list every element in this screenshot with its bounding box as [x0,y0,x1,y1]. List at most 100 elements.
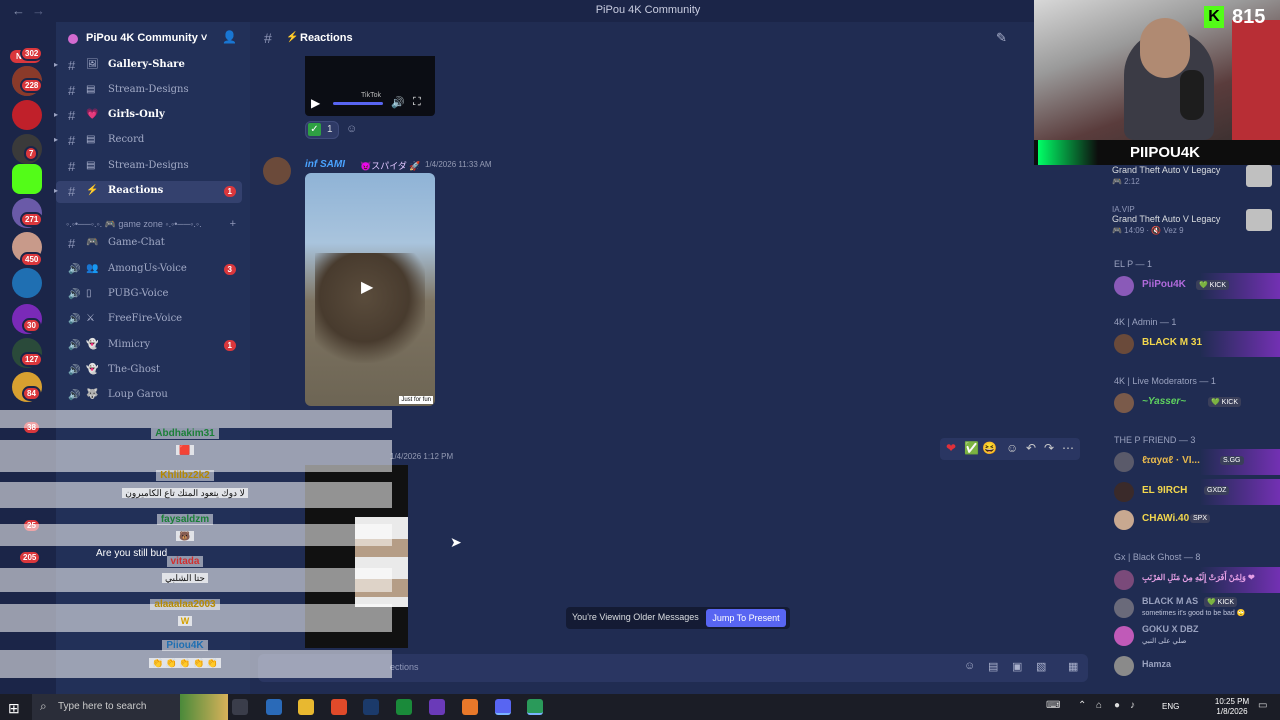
channel-stream-designs-2[interactable]: # ▤ Stream-Designs [56,156,242,178]
member-list: Grand Theft Auto V Legacy 🎮 2:12 IA.VIP … [1104,165,1280,694]
server-icon[interactable] [12,268,42,298]
channel-emoji: ▤ [86,160,96,171]
member-tag: GXDZ [1204,486,1230,495]
channel-game-chat[interactable]: # 🎮 Game-Chat [56,233,242,255]
reply-icon[interactable]: ↶ [1026,441,1036,455]
viewer-count: 815 [1232,6,1266,28]
guild-name: PiPou 4K Community ˅ [86,32,208,44]
reaction-check[interactable]: ✓ 1 [305,121,339,139]
channel-loup-garou[interactable]: 🔊 🐺 Loup Garou [56,385,242,407]
channel-stream-designs[interactable]: # ▤ Stream-Designs [56,80,242,102]
member-tag: 💚 KICK [1208,397,1241,407]
app-icon[interactable] [462,699,478,715]
play-icon[interactable]: ▶ [311,96,320,110]
member-status: sometimes it's good to be bad 🙄 [1142,610,1246,617]
more-icon[interactable]: ⋯ [1062,441,1074,455]
channel-pubg-voice[interactable]: 🔊 ▯ PUBG-Voice [56,284,242,306]
reaction-count: 1 [327,124,333,135]
avatar[interactable] [263,157,291,185]
add-reaction-icon[interactable]: ☺ [1006,441,1018,455]
member-row[interactable]: ~Yasser~ 💚 KICK [1104,390,1280,416]
voice-channel-icon: 🔊 [68,365,81,376]
heart-react-icon[interactable]: ❤ [946,441,956,455]
discord-icon[interactable] [495,699,511,715]
volume-icon[interactable]: 🔊 [391,96,405,109]
add-channel-icon[interactable]: + [230,218,236,230]
member-row[interactable]: ℓ𝔯αуαℓ · VI... S.GG [1104,449,1280,475]
channel-freefire-voice[interactable]: 🔊 ⚔ FreeFire-Voice [56,309,242,331]
file-explorer-icon[interactable] [298,699,314,715]
member-row[interactable]: وَلِمُنْ أَفَرَتْ إِلَيْهِ مِنْ مَثَلِ ا… [1104,567,1280,593]
member-row[interactable]: GOKU X DBZ صلي على النبي [1104,623,1280,649]
text-channel-icon: # [264,30,272,46]
video-embed[interactable]: TikTok ▶ 🔊 ⛶ [305,56,435,116]
video-source-label: TikTok [361,92,381,99]
app-icon[interactable] [429,699,445,715]
guild-header[interactable]: PiPou 4K Community ˅ 👤 [56,22,250,56]
add-reaction-icon[interactable]: ☺ [346,123,357,135]
channel-the-ghost[interactable]: 🔊 👻 The-Ghost [56,360,242,382]
channel-girls-only[interactable]: ▸ # 💗 Girls-Only [54,105,242,127]
brave-browser-icon[interactable] [331,699,347,715]
image-icon[interactable]: ▧ [1036,660,1046,673]
member-row[interactable]: PiiPou4K 💚 KICK [1104,273,1280,299]
play-icon[interactable]: ▶ [361,277,373,297]
member-row[interactable]: BLACK M AS 💚 KICK sometimes it's good to… [1104,595,1280,621]
kick-server-icon[interactable] [12,164,42,194]
volume-icon[interactable]: ♪ [1130,700,1135,711]
overlay-username: Khlilbz2k2 [0,470,370,481]
member-row[interactable]: Hamza [1104,653,1280,679]
channel-name: Girls-Only [108,109,165,120]
fullscreen-icon[interactable]: ⛶ [413,96,421,109]
text-channel-icon: # [68,184,76,199]
pin-icon[interactable]: ✎ [996,30,1007,46]
forward-icon[interactable]: ↷ [1044,441,1054,455]
category-game-zone[interactable]: ◦.◦•──◦.◦. 🎮 game zone ◦.◦•──◦.◦. + [66,218,246,230]
member-tag: 💚 KICK [1204,597,1237,607]
text-channel-icon: # [68,159,76,174]
channel-reactions[interactable]: ▸ # ⚡ Reactions 1 [54,181,242,203]
message-author[interactable]: inf SAMI [305,159,345,170]
video-progress-bar[interactable] [333,102,383,105]
nameplate [1200,331,1280,357]
avatar [1114,452,1134,472]
member-tag: 💚 KICK [1196,280,1229,290]
invite-people-icon[interactable]: 👤 [222,30,237,44]
server-icon[interactable] [12,100,42,130]
member-row[interactable]: BLACK M 31 [1104,331,1280,357]
network-icon[interactable]: ⌂ [1096,700,1102,711]
task-view-icon[interactable] [232,699,248,715]
member-row[interactable]: CHAWi.40 SPX [1104,507,1280,533]
clock[interactable]: 10:25 PM 1/8/2026 [1210,697,1254,717]
member-group-label: 4K | Admin — 1 [1114,317,1177,327]
check-react-icon[interactable]: ✅ [964,441,979,455]
game-activity: IA.VIP Grand Theft Auto V Legacy 🎮 14:09… [1112,203,1272,235]
member-row[interactable]: EL 9IRCH GXDZ [1104,479,1280,505]
notification-icon[interactable]: ▭ [1258,700,1267,711]
channel-mimicry[interactable]: 🔊 👻 Mimicry 1 [56,335,242,357]
app-icon[interactable] [396,699,412,715]
keyboard-icon[interactable]: ⌨ [1046,700,1060,711]
channel-record[interactable]: ▸ # ▤ Record [54,130,242,152]
member-tag: SPX [1190,514,1211,523]
chevron-up-icon[interactable]: ⌃ [1078,700,1086,711]
apps-icon[interactable]: ▦ [1068,660,1078,673]
channel-gallery-share[interactable]: ▸ # 🖼 Gallery-Share [54,55,242,77]
sticker-icon[interactable]: ▣ [1012,660,1022,673]
windows-start-icon[interactable]: ⊞ [8,700,20,717]
app-icon[interactable] [266,699,282,715]
message-timestamp: 1/4/2026 11:33 AM [425,160,492,169]
emoji-icon[interactable]: ☺ [964,660,975,672]
jump-to-present-button[interactable]: Jump To Present [706,609,786,627]
app-icon[interactable] [527,699,543,715]
laugh-react-icon[interactable]: 😆 [982,441,997,455]
gif-icon[interactable]: ▤ [988,660,998,673]
member-name: وَلِمُنْ أَفَرَتْ إِلَيْهِ مِنْ مَثَلِ ا… [1142,573,1255,582]
avatar [1114,482,1134,502]
language-indicator[interactable]: ENG [1162,702,1179,711]
taskbar-search[interactable]: ⌕ Type here to search [32,694,228,720]
steam-icon[interactable] [363,699,379,715]
video-attachment[interactable]: ▶ Just for fun [305,173,435,406]
mic-icon[interactable]: ● [1114,700,1120,711]
channel-amongus-voice[interactable]: 🔊 👥 AmongUs-Voice 3 [56,259,242,281]
